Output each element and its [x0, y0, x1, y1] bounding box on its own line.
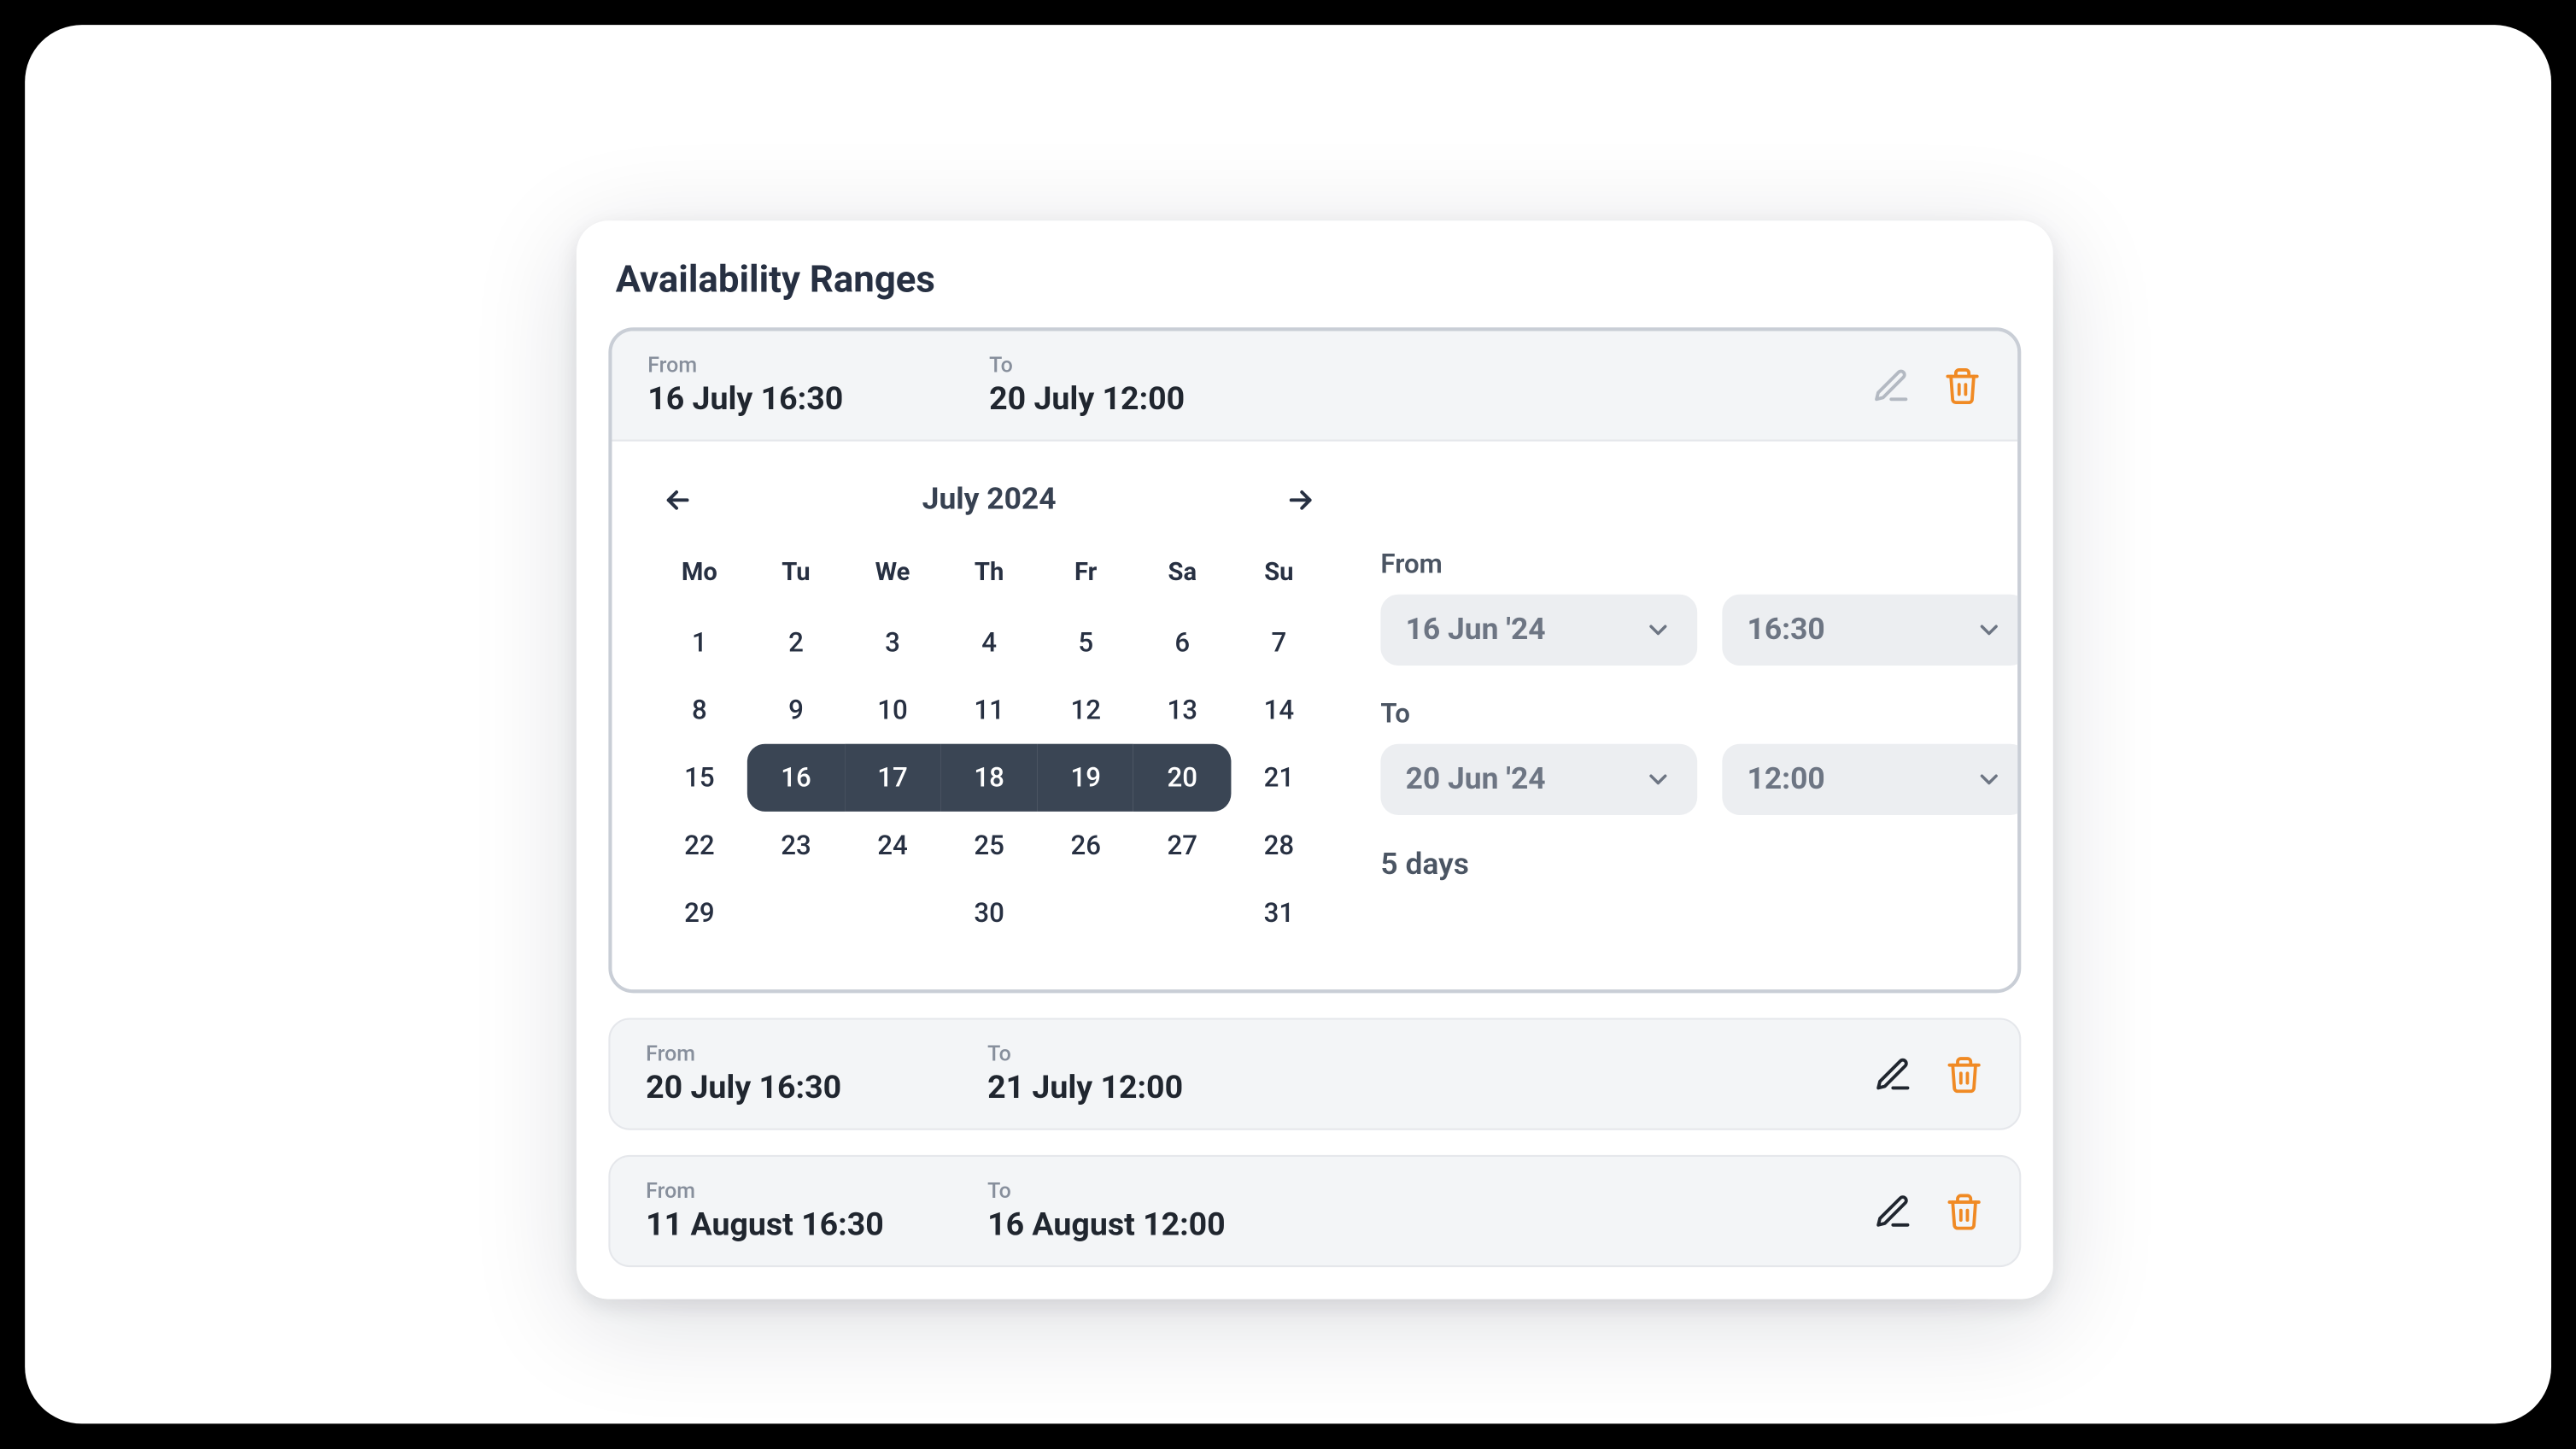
datetime-pickers: From 16 Jun '24 16:30 To: [1380, 480, 2021, 947]
picker-from-label: From: [1380, 549, 2021, 580]
to-label: To: [989, 352, 1273, 377]
to-date-select[interactable]: 20 Jun '24: [1380, 744, 1697, 815]
calendar-dow: Sa: [1134, 549, 1231, 609]
calendar-day[interactable]: 25: [941, 812, 1038, 879]
calendar-day[interactable]: 26: [1038, 812, 1134, 879]
range-1-from: From 16 July 16:30: [647, 352, 932, 418]
next-month-button[interactable]: [1281, 480, 1320, 519]
calendar-day[interactable]: 13: [1134, 677, 1231, 744]
to-value: 16 August 12:00: [987, 1206, 1272, 1244]
calendar-day[interactable]: 17: [845, 744, 941, 812]
calendar-day[interactable]: 28: [1231, 812, 1327, 879]
calendar-day[interactable]: 4: [941, 608, 1038, 676]
chevron-down-icon: [1644, 766, 1672, 794]
calendar-dow: We: [845, 549, 941, 609]
calendar-day[interactable]: 10: [845, 677, 941, 744]
to-label: To: [987, 1041, 1272, 1066]
calendar-day[interactable]: 15: [651, 744, 747, 812]
range-1-header: From 16 July 16:30 To 20 July 12:00: [612, 331, 2018, 441]
to-value: 21 July 12:00: [987, 1070, 1272, 1107]
range-1-to: To 20 July 12:00: [989, 352, 1273, 418]
to-time-select[interactable]: 12:00: [1722, 744, 2021, 815]
calendar-day[interactable]: 31: [1231, 879, 1327, 947]
calendar-dow: Su: [1231, 549, 1327, 609]
from-time-value: 16:30: [1748, 613, 1825, 648]
calendar-day[interactable]: 9: [747, 677, 844, 744]
calendar-day[interactable]: 5: [1038, 608, 1134, 676]
calendar-day[interactable]: 11: [941, 677, 1038, 744]
range-1-editor: July 2024 MoTuWeThFrSaSu1234567891011121…: [612, 442, 2018, 990]
calendar-month-label: July 2024: [922, 482, 1057, 518]
calendar-day[interactable]: 19: [1038, 744, 1134, 812]
calendar-dow: Fr: [1038, 549, 1134, 609]
calendar-dow: Mo: [651, 549, 747, 609]
calendar-day[interactable]: 6: [1134, 608, 1231, 676]
calendar-day[interactable]: 29: [651, 879, 747, 947]
edit-icon[interactable]: [1873, 1054, 1912, 1094]
availability-ranges-card: Availability Ranges From 16 July 16:30 T…: [577, 220, 2053, 1299]
calendar-day[interactable]: 27: [1134, 812, 1231, 879]
calendar-day[interactable]: 1: [651, 608, 747, 676]
delete-icon[interactable]: [1945, 1054, 1984, 1094]
to-date-value: 20 Jun '24: [1406, 762, 1546, 798]
from-time-select[interactable]: 16:30: [1722, 595, 2021, 666]
range-2-row[interactable]: From 20 July 16:30 To 21 July 12:00: [608, 1018, 2021, 1129]
from-value: 11 August 16:30: [646, 1206, 930, 1244]
to-time-value: 12:00: [1748, 762, 1825, 798]
calendar-day[interactable]: 3: [845, 608, 941, 676]
from-label: From: [647, 352, 932, 377]
calendar-day[interactable]: 12: [1038, 677, 1134, 744]
from-label: From: [646, 1178, 930, 1203]
card-title: Availability Ranges: [608, 260, 2021, 302]
from-label: From: [646, 1041, 930, 1066]
range-1-expanded: From 16 July 16:30 To 20 July 12:00: [608, 327, 2021, 993]
from-value: 20 July 16:30: [646, 1070, 930, 1107]
calendar-day[interactable]: 24: [845, 812, 941, 879]
calendar-day[interactable]: 18: [941, 744, 1038, 812]
to-value: 20 July 12:00: [989, 381, 1273, 419]
range-3-row[interactable]: From 11 August 16:30 To 16 August 12:00: [608, 1155, 2021, 1267]
calendar-day[interactable]: 8: [651, 677, 747, 744]
calendar-dow: Th: [941, 549, 1038, 609]
calendar-day[interactable]: 23: [747, 812, 844, 879]
calendar-day[interactable]: 16: [747, 744, 844, 812]
calendar-day[interactable]: 7: [1231, 608, 1327, 676]
from-value: 16 July 16:30: [647, 381, 932, 419]
calendar-dow: Tu: [747, 549, 844, 609]
picker-to-label: To: [1380, 698, 2021, 730]
chevron-down-icon: [1644, 616, 1672, 644]
chevron-down-icon: [1975, 616, 2003, 644]
calendar-day[interactable]: 30: [941, 879, 1038, 947]
calendar-day[interactable]: 21: [1231, 744, 1327, 812]
duration-label: 5 days: [1380, 848, 2021, 883]
calendar-day[interactable]: 20: [1134, 744, 1231, 812]
to-label: To: [987, 1178, 1272, 1203]
calendar-day[interactable]: 22: [651, 812, 747, 879]
calendar: July 2024 MoTuWeThFrSaSu1234567891011121…: [651, 480, 1327, 947]
from-date-select[interactable]: 16 Jun '24: [1380, 595, 1697, 666]
from-date-value: 16 Jun '24: [1406, 613, 1546, 648]
calendar-day[interactable]: 14: [1231, 677, 1327, 744]
chevron-down-icon: [1975, 766, 2003, 794]
delete-icon[interactable]: [1945, 1192, 1984, 1231]
prev-month-button[interactable]: [659, 480, 698, 519]
delete-icon[interactable]: [1943, 366, 1982, 405]
calendar-day[interactable]: 2: [747, 608, 844, 676]
edit-icon[interactable]: [1873, 1192, 1912, 1231]
edit-icon[interactable]: [1871, 366, 1911, 405]
